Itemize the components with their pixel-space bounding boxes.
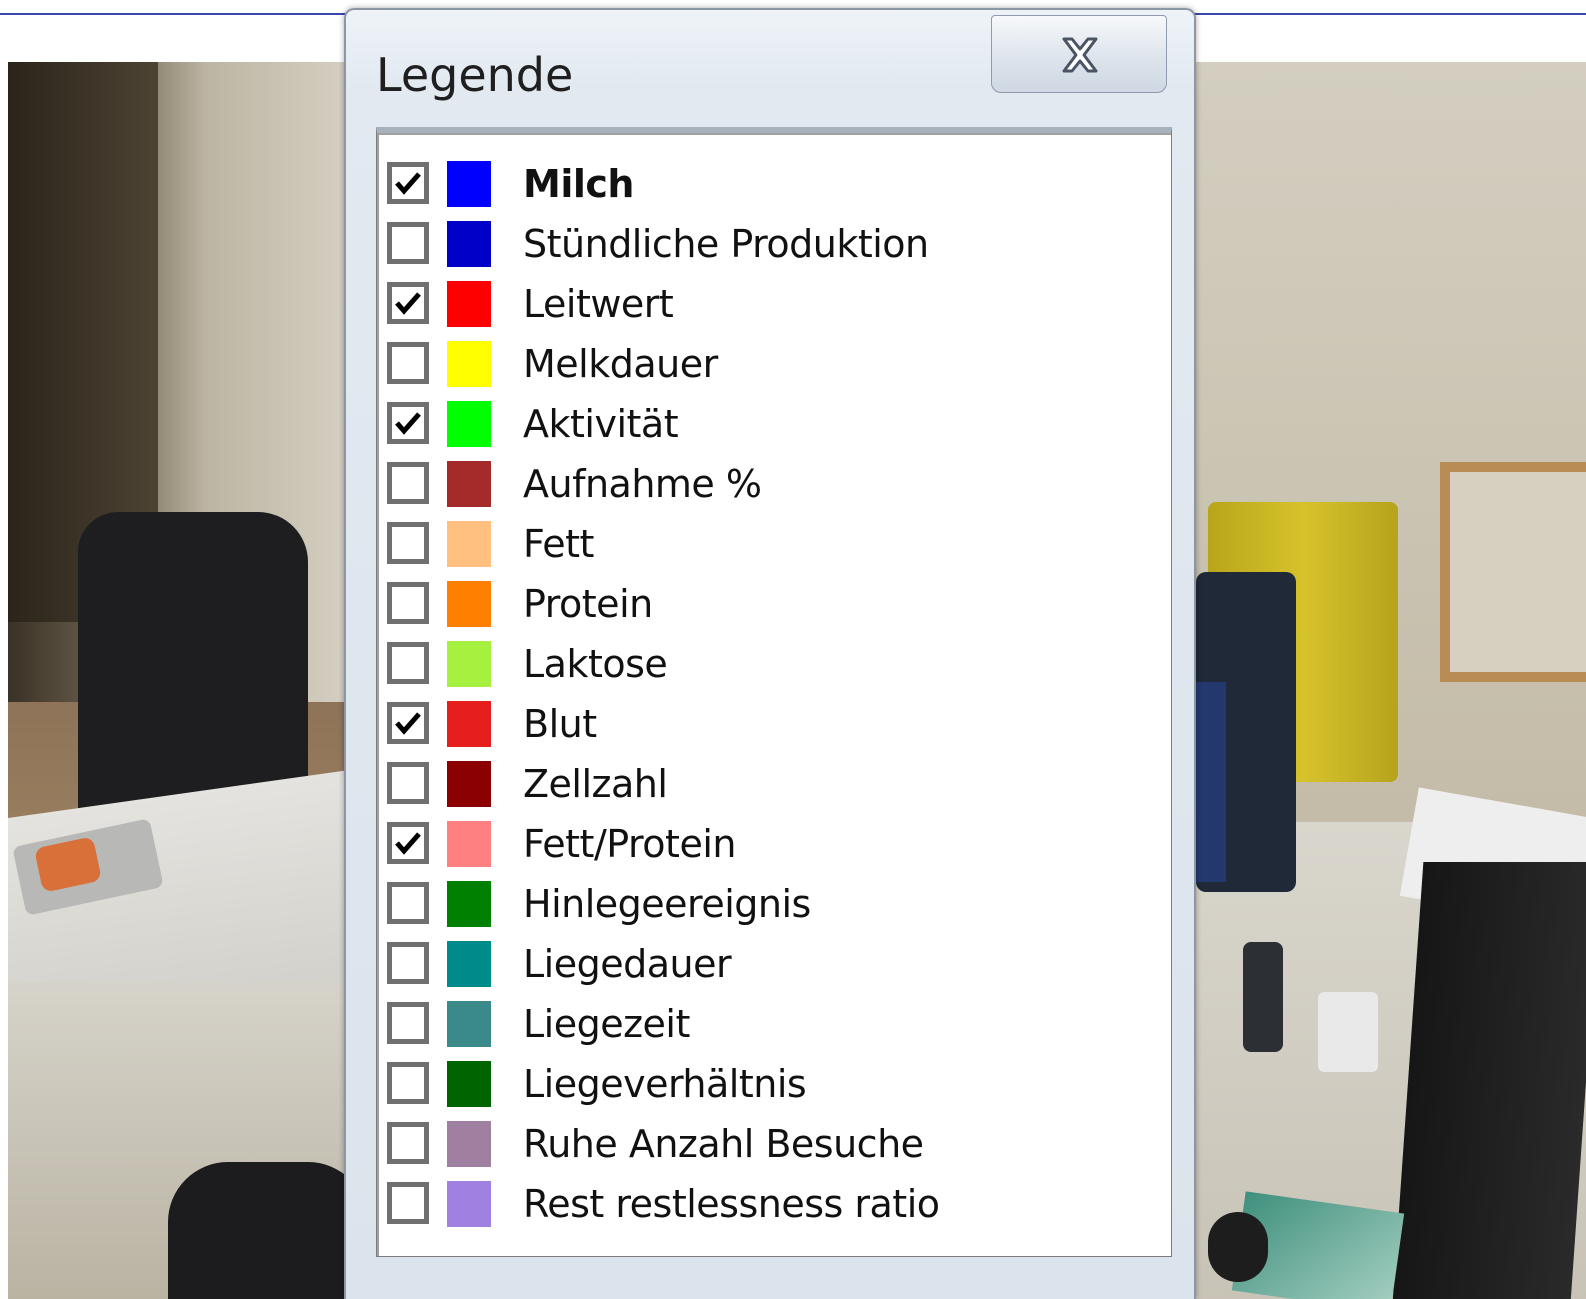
legend-item[interactable]: Fett/Protein	[387, 813, 1171, 873]
legend-checkbox[interactable]	[387, 1002, 429, 1044]
legend-item-label: Liegezeit	[523, 1002, 690, 1046]
color-swatch	[447, 221, 491, 267]
checkmark-icon	[395, 832, 421, 855]
legend-item-label: Hinlegeereignis	[523, 882, 811, 926]
legend-item-label: Leitwert	[523, 282, 674, 326]
legend-item[interactable]: Blut	[387, 693, 1171, 753]
legend-checkbox[interactable]	[387, 762, 429, 804]
color-swatch	[447, 1121, 491, 1167]
legend-item[interactable]: Zellzahl	[387, 753, 1171, 813]
legend-item[interactable]: Protein	[387, 573, 1171, 633]
legend-item-label: Stündliche Produktion	[523, 222, 929, 266]
checkmark-icon	[395, 412, 421, 435]
checkmark-icon	[395, 292, 421, 315]
legend-item-label: Zellzahl	[523, 762, 668, 806]
window-title: Legende	[376, 48, 574, 102]
legend-item-label: Aufnahme %	[523, 462, 762, 506]
legend-rows: Milch Stündliche Produktion Leitwert Melkda…	[387, 153, 1171, 1233]
legend-item-label: Blut	[523, 702, 597, 746]
legend-checkbox[interactable]	[387, 942, 429, 984]
legend-window: Legende Milch Stündliche Produktion Leitwe…	[344, 8, 1196, 1299]
legend-checkbox[interactable]	[387, 882, 429, 924]
legend-item-label: Liegedauer	[523, 942, 732, 986]
legend-item-label: Laktose	[523, 642, 668, 686]
legend-checkbox[interactable]	[387, 582, 429, 624]
color-swatch	[447, 341, 491, 387]
color-swatch	[447, 941, 491, 987]
legend-checkbox[interactable]	[387, 462, 429, 504]
legend-item[interactable]: Stündliche Produktion	[387, 213, 1171, 273]
color-swatch	[447, 401, 491, 447]
color-swatch	[447, 461, 491, 507]
color-swatch	[447, 1181, 491, 1227]
color-swatch	[447, 1061, 491, 1107]
legend-item-label: Melkdauer	[523, 342, 718, 386]
legend-checkbox[interactable]	[387, 342, 429, 384]
legend-checkbox[interactable]	[387, 522, 429, 564]
legend-item[interactable]: Liegedauer	[387, 933, 1171, 993]
checkmark-icon	[395, 712, 421, 735]
legend-item-label: Rest restlessness ratio	[523, 1182, 940, 1226]
close-icon	[1062, 37, 1098, 73]
close-button[interactable]	[991, 15, 1167, 93]
color-swatch	[447, 281, 491, 327]
legend-checkbox[interactable]	[387, 702, 429, 744]
legend-item[interactable]: Fett	[387, 513, 1171, 573]
color-swatch	[447, 161, 491, 207]
legend-item[interactable]: Laktose	[387, 633, 1171, 693]
legend-checkbox[interactable]	[387, 222, 429, 264]
legend-checkbox[interactable]	[387, 1182, 429, 1224]
color-swatch	[447, 881, 491, 927]
legend-item[interactable]: Aufnahme %	[387, 453, 1171, 513]
legend-checkbox[interactable]	[387, 402, 429, 444]
legend-item[interactable]: Leitwert	[387, 273, 1171, 333]
legend-checkbox[interactable]	[387, 162, 429, 204]
checkmark-icon	[395, 172, 421, 195]
legend-item[interactable]: Hinlegeereignis	[387, 873, 1171, 933]
legend-item[interactable]: Milch	[387, 153, 1171, 213]
legend-checkbox[interactable]	[387, 1122, 429, 1164]
legend-item[interactable]: Liegezeit	[387, 993, 1171, 1053]
legend-item-label: Liegeverhältnis	[523, 1062, 807, 1106]
legend-item-label: Protein	[523, 582, 653, 626]
color-swatch	[447, 521, 491, 567]
legend-item-label: Aktivität	[523, 402, 679, 446]
color-swatch	[447, 641, 491, 687]
legend-checkbox[interactable]	[387, 282, 429, 324]
legend-checkbox[interactable]	[387, 1062, 429, 1104]
color-swatch	[447, 701, 491, 747]
legend-item-label: Ruhe Anzahl Besuche	[523, 1122, 924, 1166]
legend-list: Milch Stündliche Produktion Leitwert Melkda…	[376, 127, 1172, 1257]
legend-checkbox[interactable]	[387, 642, 429, 684]
legend-item[interactable]: Ruhe Anzahl Besuche	[387, 1113, 1171, 1173]
legend-checkbox[interactable]	[387, 822, 429, 864]
legend-item[interactable]: Liegeverhältnis	[387, 1053, 1171, 1113]
legend-item-label: Fett/Protein	[523, 822, 736, 866]
color-swatch	[447, 821, 491, 867]
legend-item-label: Milch	[523, 162, 634, 206]
color-swatch	[447, 581, 491, 627]
color-swatch	[447, 1001, 491, 1047]
legend-item[interactable]: Rest restlessness ratio	[387, 1173, 1171, 1233]
color-swatch	[447, 761, 491, 807]
legend-item[interactable]: Aktivität	[387, 393, 1171, 453]
legend-item-label: Fett	[523, 522, 594, 566]
legend-item[interactable]: Melkdauer	[387, 333, 1171, 393]
